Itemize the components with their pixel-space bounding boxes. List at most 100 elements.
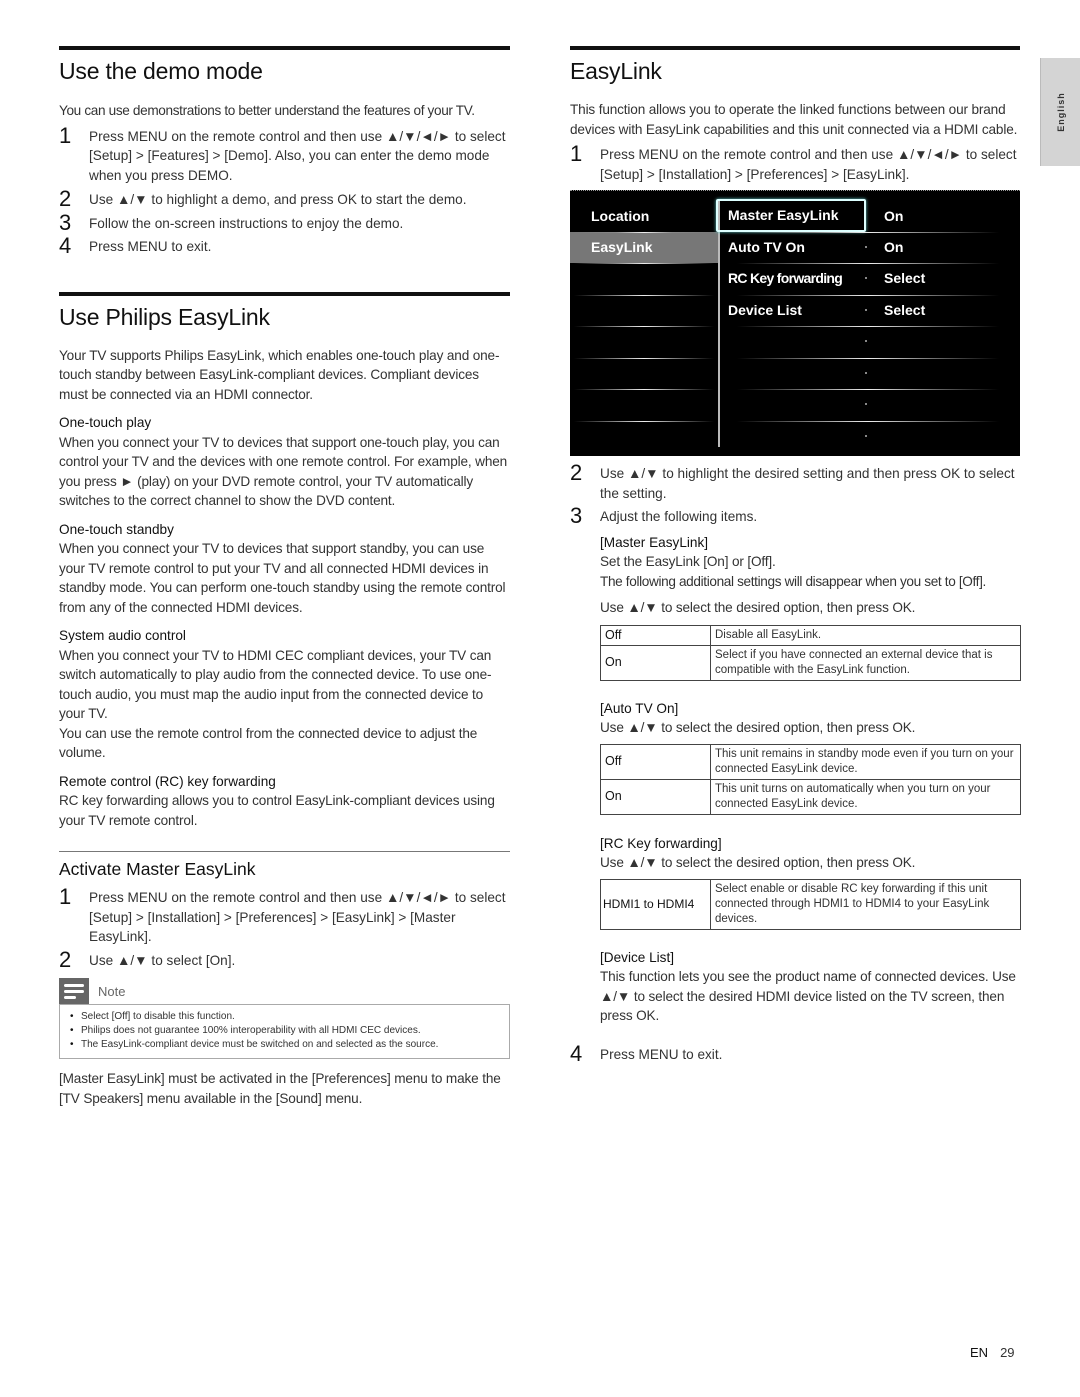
osd-item-device-list[interactable]: Device List Select [719,295,1020,326]
language-tab: English [1040,58,1080,166]
feature-heading: One-touch play [59,415,152,430]
page-footer: EN 29 [970,1345,1015,1360]
step-number: 3 [59,209,72,235]
osd-separator [574,263,714,264]
osd-item-label: Device List [728,302,802,318]
osd-separator [574,232,714,233]
option-desc: Select enable or disable RC key forwardi… [710,878,1021,930]
osd-dot [865,246,867,248]
step: 3 Follow the on-screen instructions to en… [59,209,510,235]
easylink-section: EasyLink This function allows you to ope… [570,46,1021,1066]
step: 3 Adjust the following items. [570,503,1020,528]
adjust-items: [Master EasyLink] Set the EasyLink [On] … [570,531,1021,1026]
option-key: On [600,778,711,815]
table-row: On Select if you have connected an extern… [600,644,1021,681]
demo-mode-section: Use the demo mode You can use demonstrat… [59,46,510,258]
philips-easylink-section: Use Philips EasyLink Your TV supports Ph… [59,291,510,831]
note-item: Select [Off] to disable this function. [68,1010,501,1024]
step: 1 Press MENU on the remote control and th… [59,884,510,947]
note-icon [59,978,89,1004]
footer-language: EN [970,1345,989,1360]
step-number: 2 [59,946,72,972]
item-heading-rc-key-forwarding: [RC Key forwarding] [600,835,722,851]
osd-separator [737,421,999,422]
step-text: Use ▲/▼ to highlight the desired setting… [600,466,1015,501]
feature-text: When you connect your TV to HDMI CEC com… [59,647,492,722]
step-number: 3 [570,503,583,528]
osd-separator [737,232,999,233]
osd-empty-row [719,326,1020,357]
note-box: Select [Off] to disable this function. P… [59,1004,510,1059]
step-number: 1 [570,141,583,166]
activate-steps: 1 Press MENU on the remote control and th… [59,884,510,972]
osd-dot [865,309,867,311]
feature-text: When you connect your TV to devices that… [59,434,508,509]
option-desc: Select if you have connected an external… [710,644,1021,681]
osd-left-item-label: EasyLink [591,239,653,255]
feature-text-extra: You can use the remote control from the … [59,725,478,761]
feature-heading: One-touch standby [59,521,174,537]
osd-separator [574,421,714,422]
step-number: 1 [59,122,72,148]
osd-separator [737,358,999,359]
step-number: 2 [59,186,72,211]
osd-item-master-easylink[interactable]: Master EasyLink On [716,199,1020,232]
auto-tv-on-options-table: Off This unit remains in standby mode eve… [600,743,1021,815]
osd-empty-row [719,358,1020,389]
osd-item-label: RC Key forwarding [728,270,843,286]
step-text: Adjust the following items. [600,509,758,524]
step: 4 Press MENU to exit. [59,234,510,258]
table-row: On This unit turns on automatically when … [600,778,1021,815]
osd-item-label: Master EasyLink [716,199,866,232]
demo-steps: 1 Press MENU on the remote control and th… [59,122,510,258]
osd-separator [737,326,999,327]
item-heading-master-easylink: [Master EasyLink] [600,534,709,550]
tv-osd-menu: Location EasyLink Master EasyLink On Aut… [570,190,1020,456]
table-row: Off This unit remains in standby mode eve… [600,743,1021,780]
feature-heading: Remote control (RC) key forwarding [59,773,276,789]
step: 2 Use ▲/▼ to highlight a demo, and press … [59,186,510,211]
osd-separator [574,295,714,296]
section-title-philips-easylink: Use Philips EasyLink [59,291,510,336]
osd-left-item-location[interactable]: Location [570,201,718,232]
osd-separator [737,263,999,264]
osd-dot [865,277,867,279]
osd-empty-row [719,421,1020,452]
osd-separator [574,389,714,390]
option-key: On [600,644,711,681]
section-title-easylink: EasyLink [570,46,1020,90]
osd-item-value: Select [884,270,926,286]
osd-item-rc-key-forwarding[interactable]: RC Key forwarding Select [719,263,1020,294]
master-line2: The following additional settings will d… [600,573,986,589]
step-text: Use ▲/▼ to select [On]. [89,952,236,968]
note-item: The EasyLink-compliant device must be sw… [68,1038,501,1052]
table-row: Off Disable all EasyLink. [600,624,1021,646]
step: 2 Use ▲/▼ to select [On]. [59,946,510,972]
step-number: 4 [570,1040,583,1066]
osd-separator [574,358,714,359]
osd-dot [865,435,867,437]
osd-left-item-easylink[interactable]: EasyLink [570,232,718,263]
step-number: 2 [570,460,583,485]
language-tab-label: English [1055,92,1066,132]
option-key: HDMI1 to HDMI4 [600,878,711,930]
osd-item-value: On [884,208,904,224]
osd-item-auto-tv-on[interactable]: Auto TV On On [719,232,1020,263]
section-title-demo: Use the demo mode [59,46,510,90]
step: 1 Press MENU on the remote control and th… [59,122,510,186]
item-heading-device-list: [Device List] [600,949,675,965]
step-text: Press MENU on the remote control and the… [89,890,506,944]
note-label: Note [98,983,126,999]
feature-heading: System audio control [59,628,186,643]
rc-key-instruction: Use ▲/▼ to select the desired option, th… [600,855,916,870]
demo-intro: You can use demonstrations to better und… [59,103,475,118]
osd-right-menu: Master EasyLink On Auto TV On On RC Key … [716,191,1020,457]
step: 2 Use ▲/▼ to highlight the desired settin… [570,460,1020,503]
step-number: 1 [59,884,72,909]
option-desc: This unit remains in standby mode even i… [710,743,1021,780]
osd-item-value: Select [884,302,926,318]
easylink-intro: This function allows you to operate the … [570,102,1018,137]
osd-dot [865,403,867,405]
osd-left-item-label: Location [591,208,650,224]
osd-left-menu: Location EasyLink [570,191,718,457]
